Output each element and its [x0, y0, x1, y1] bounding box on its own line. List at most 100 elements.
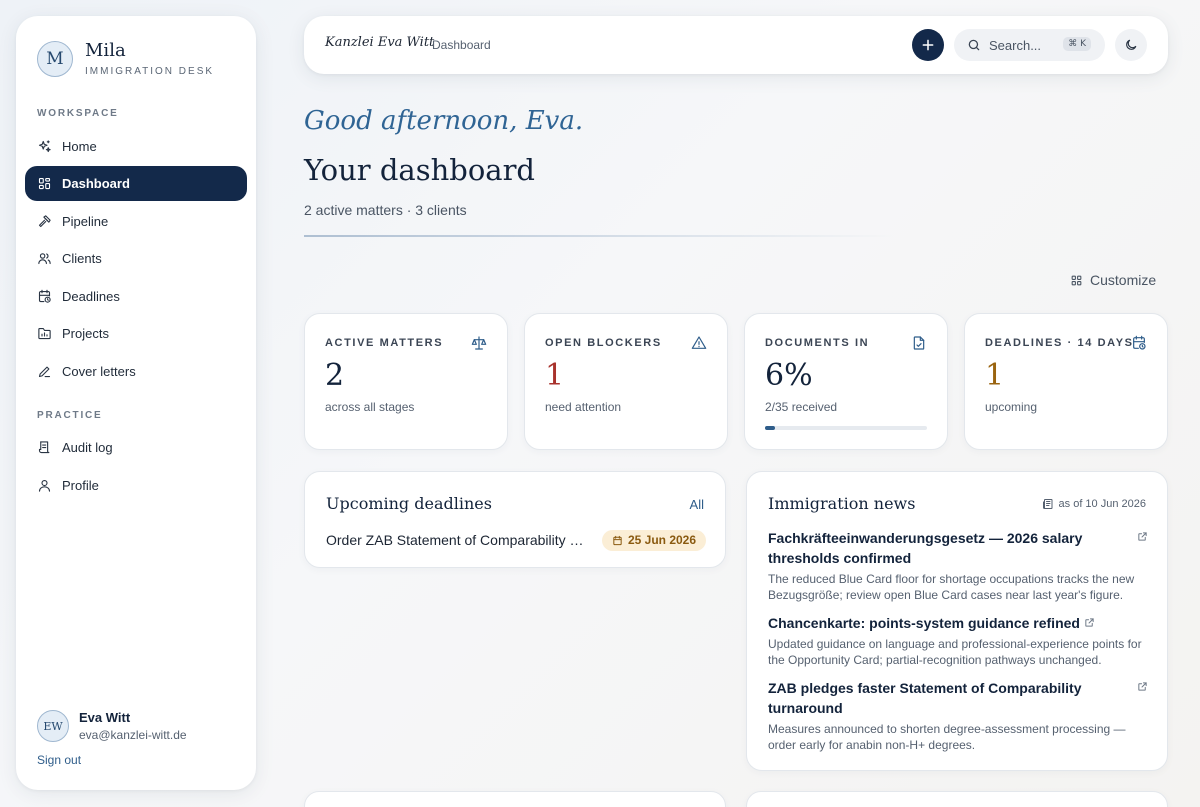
customize-button[interactable]: Customize: [1070, 272, 1156, 288]
calendar-clock-icon: [38, 289, 51, 303]
avatar: EW: [37, 710, 69, 742]
external-link-icon[interactable]: [1137, 531, 1148, 542]
sidebar-item-label: Audit log: [62, 440, 113, 455]
news-summary: Measures announced to shorten degree-ass…: [768, 722, 1126, 752]
sidebar-item-cover-letters[interactable]: Cover letters: [25, 354, 247, 389]
users-icon: [38, 253, 51, 265]
hammer-icon: [38, 215, 51, 228]
topbar: Kanzlei Eva Witt Dashboard Search... ⌘ K: [304, 16, 1168, 74]
deadline-date-badge: 25 Jun 2026: [601, 529, 706, 551]
stat-note: across all stages: [325, 400, 415, 414]
search-input[interactable]: Search... ⌘ K: [954, 29, 1105, 61]
stat-note: 2/35 received: [765, 400, 838, 414]
sidebar-item-clients[interactable]: Clients: [25, 241, 247, 276]
news-title[interactable]: ZAB pledges faster Statement of Comparab…: [768, 678, 1148, 718]
sidebar-item-home[interactable]: Home: [25, 129, 247, 164]
news-title[interactable]: Fachkräfteeinwanderungsgesetz — 2026 sal…: [768, 528, 1148, 568]
add-button[interactable]: [912, 29, 944, 61]
sidebar-item-label: Profile: [62, 478, 99, 493]
folder-chart-icon: [38, 327, 51, 340]
calendar-icon: [613, 535, 622, 545]
search-placeholder: Search...: [989, 37, 1042, 53]
newspaper-icon: [1042, 499, 1053, 509]
news-as-of: as of 10 Jun 2026: [1042, 498, 1146, 510]
news-item: Chancenkarte: points-system guidance ref…: [768, 613, 1148, 668]
deadline-item[interactable]: Order ZAB Statement of Comparability (ZA…: [326, 529, 706, 551]
brand-name: Mila: [85, 40, 126, 61]
sidebar-item-profile[interactable]: Profile: [25, 468, 247, 503]
sidebar-item-dashboard[interactable]: Dashboard: [25, 166, 247, 201]
user-icon: [38, 479, 51, 492]
stat-card-open-blockers[interactable]: OPEN BLOCKERS 1 need attention: [524, 313, 728, 450]
stat-value: 2: [325, 358, 345, 393]
panel-title: Immigration news: [768, 494, 916, 513]
documents-progress-bar: [765, 426, 927, 430]
page-title: Your dashboard: [304, 153, 535, 187]
sidebar-item-label: Deadlines: [62, 289, 120, 304]
stat-label: DEADLINES · 14 DAYS: [985, 337, 1134, 349]
stat-label: OPEN BLOCKERS: [545, 337, 662, 349]
scales-icon: [471, 336, 487, 350]
theme-toggle-button[interactable]: [1115, 29, 1147, 61]
news-title[interactable]: Chancenkarte: points-system guidance ref…: [768, 613, 1148, 633]
panel-below-fold: [304, 791, 726, 807]
sidebar-item-label: Clients: [62, 251, 102, 266]
brand[interactable]: M Mila IMMIGRATION DESK: [37, 41, 214, 77]
sidebar-item-deadlines[interactable]: Deadlines: [25, 279, 247, 314]
search-icon: [968, 39, 980, 51]
customize-label: Customize: [1090, 272, 1157, 288]
brand-logo: M: [37, 41, 73, 77]
immigration-news-panel: Immigration news as of 10 Jun 2026 Fachk…: [746, 471, 1168, 771]
all-deadlines-link[interactable]: All: [690, 497, 704, 512]
panel-below-fold: [746, 791, 1168, 807]
stat-card-active-matters[interactable]: ACTIVE MATTERS 2 across all stages: [304, 313, 508, 450]
sidebar-item-label: Cover letters: [62, 364, 136, 379]
header-divider: [304, 235, 894, 237]
news-title-text: Chancenkarte: points-system guidance ref…: [768, 615, 1080, 631]
section-label-practice: PRACTICE: [37, 410, 103, 421]
deadline-text: Order ZAB Statement of Comparability (ZA…: [326, 532, 588, 548]
news-item: Fachkräfteeinwanderungsgesetz — 2026 sal…: [768, 528, 1148, 603]
user-card[interactable]: EW Eva Witt eva@kanzlei-witt.de: [37, 710, 187, 742]
deadline-date: 25 Jun 2026: [627, 533, 697, 547]
plus-icon: [922, 39, 934, 51]
page-subtitle: 2 active matters · 3 clients: [304, 202, 467, 218]
sidebar-item-pipeline[interactable]: Pipeline: [25, 204, 247, 239]
greeting: Good afternoon, Eva.: [304, 106, 584, 136]
stat-value: 1: [545, 358, 565, 393]
breadcrumb: Dashboard: [432, 38, 491, 52]
calendar-clock-icon: [1133, 335, 1146, 350]
moon-icon: [1126, 39, 1137, 50]
news-summary: Updated guidance on language and profess…: [768, 637, 1142, 667]
sparkles-icon: [38, 140, 51, 153]
search-shortcut: ⌘ K: [1063, 37, 1091, 51]
stat-card-documents-in[interactable]: DOCUMENTS IN 6% 2/35 received: [744, 313, 948, 450]
panel-title: Upcoming deadlines: [326, 494, 492, 513]
user-name: Eva Witt: [79, 710, 131, 725]
grid-icon: [1071, 275, 1082, 285]
section-label-workspace: WORKSPACE: [37, 108, 119, 119]
stat-note: upcoming: [985, 400, 1038, 414]
pen-icon: [38, 366, 51, 378]
firm-name: Kanzlei Eva Witt: [325, 35, 435, 50]
document-icon: [913, 336, 925, 350]
upcoming-deadlines-panel: Upcoming deadlines All Order ZAB Stateme…: [304, 471, 726, 568]
sidebar-item-label: Dashboard: [62, 176, 130, 191]
grid-icon: [38, 177, 51, 190]
sign-out-link[interactable]: Sign out: [37, 753, 81, 767]
log-icon: [38, 441, 50, 454]
stat-label: ACTIVE MATTERS: [325, 337, 444, 349]
brand-subtitle: IMMIGRATION DESK: [85, 66, 215, 77]
sidebar-item-label: Pipeline: [62, 214, 109, 229]
stat-card-deadlines[interactable]: DEADLINES · 14 DAYS 1 upcoming: [964, 313, 1168, 450]
stat-note: need attention: [545, 400, 622, 414]
news-date-text: as of 10 Jun 2026: [1058, 498, 1146, 510]
sidebar-item-audit-log[interactable]: Audit log: [25, 430, 247, 465]
stat-value: 6%: [765, 358, 813, 393]
sidebar-item-projects[interactable]: Projects: [25, 316, 247, 351]
news-summary: The reduced Blue Card floor for shortage…: [768, 572, 1135, 602]
external-link-icon[interactable]: [1137, 681, 1148, 692]
news-item: ZAB pledges faster Statement of Comparab…: [768, 678, 1148, 753]
external-link-icon[interactable]: [1084, 617, 1095, 628]
user-email: eva@kanzlei-witt.de: [79, 728, 187, 742]
